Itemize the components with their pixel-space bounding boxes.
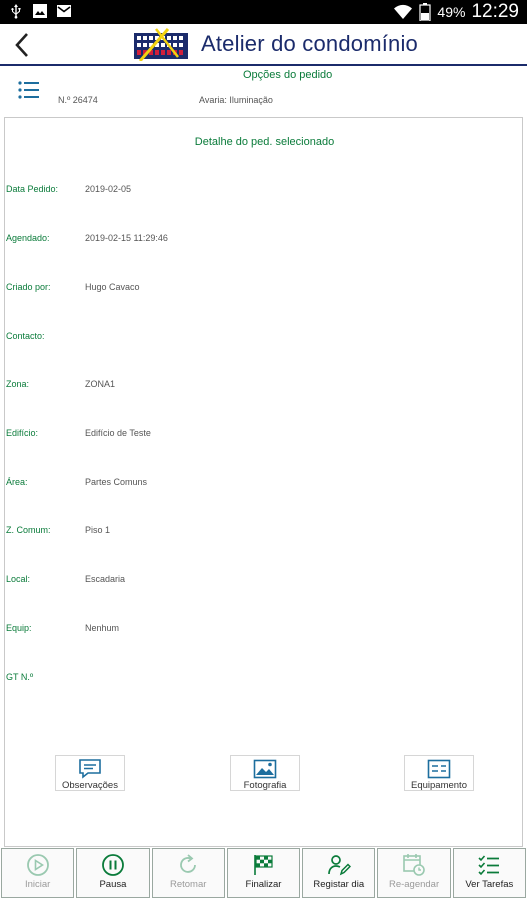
registar-dia-label: Registar dia [313,879,365,890]
finalizar-button[interactable]: Finalizar [226,848,301,898]
field-criado-por: Criado por: Hugo Cavaco [5,282,524,298]
bottom-toolbar: Iniciar Pausa Retomar Finalizar Registar… [0,848,527,900]
back-arrow-icon[interactable] [10,30,36,60]
pausa-button[interactable]: Pausa [76,848,150,898]
battery-percent: 49% [437,4,466,20]
field-label: Criado por: [6,282,51,292]
fotografia-button[interactable]: Fotografia [230,755,300,791]
screen: 49% 12:29 Atelier do condomínio Opções d… [0,0,527,900]
ver-tarefas-label: Ver Tarefas [465,879,514,890]
registar-dia-button[interactable]: Registar dia [302,848,376,898]
order-fault: Avaria: Iluminação [199,95,273,105]
fotografia-label: Fotografia [243,780,287,791]
observacoes-button[interactable]: Observações [55,755,125,791]
field-data-pedido: Data Pedido: 2019-02-05 [5,184,524,200]
user-edit-icon [327,855,351,876]
field-local: Local: Escadaria [5,574,524,590]
order-options-label[interactable]: Opções do pedido [243,69,332,81]
field-value: ZONA1 [85,379,116,389]
field-label: Agendado: [6,233,50,243]
condominium-logo [134,28,188,61]
field-agendado: Agendado: 2019-02-15 11:29:46 [5,233,524,249]
list-menu-icon[interactable] [17,78,41,102]
mail-icon [57,5,71,17]
photo-icon [253,759,277,779]
iniciar-button[interactable]: Iniciar [1,848,75,898]
play-circle-icon [26,854,49,876]
field-value: Nenhum [85,623,120,633]
field-contacto: Contacto: [5,331,524,347]
equipment-list-icon [427,759,451,779]
field-value: Edifício de Teste [85,428,151,438]
detail-title: Detalhe do ped. selecionado [194,136,335,148]
field-label: GT N.º [6,672,34,682]
field-value: Partes Comuns [85,477,148,487]
field-edificio: Edifício: Edifício de Teste [5,428,524,444]
field-label: Área: [6,477,28,487]
app-bar: Atelier do condomínio [0,24,527,66]
refresh-icon [180,854,197,873]
ver-tarefas-button[interactable]: Ver Tarefas [452,848,526,898]
field-label: Data Pedido: [6,184,59,194]
field-value: Hugo Cavaco [85,282,140,292]
field-value: 2019-02-15 11:29:46 [85,233,168,243]
clock: 12:29 [471,1,519,22]
re-agendar-button[interactable]: Re-agendar [377,848,451,898]
field-equip: Equip: Nenhum [5,623,524,639]
field-label: Zona: [6,379,30,389]
observacoes-label: Observações [62,780,118,791]
calendar-clock-icon [403,854,425,876]
wifi-icon [394,4,413,19]
field-label: Equip: [6,623,32,633]
checklist-icon [478,855,500,876]
image-icon [33,4,47,18]
pause-circle-icon [102,854,124,876]
field-gt-numero: GT N.º [5,672,524,688]
retomar-label: Retomar [169,879,207,890]
comment-icon [79,759,101,779]
equipamento-button[interactable]: Equipamento [404,755,474,791]
finalizar-label: Finalizar [245,879,282,890]
field-value: Escadaria [85,574,126,584]
pausa-label: Pausa [99,879,127,890]
order-number: N.º 26474 [58,95,98,105]
field-label: Local: [6,574,31,584]
order-header: Opções do pedido N.º 26474 Avaria: Ilumi… [0,66,527,114]
battery-icon [419,3,432,21]
iniciar-label: Iniciar [24,879,51,890]
order-detail-panel: Detalhe do ped. selecionado Data Pedido:… [4,117,523,847]
field-area: Área: Partes Comuns [5,477,524,493]
field-value: 2019-02-05 [85,184,132,194]
field-zona: Zona: ZONA1 [5,379,524,395]
retomar-button[interactable]: Retomar [151,848,225,898]
status-bar: 49% 12:29 [0,0,527,24]
checkered-flag-icon [254,855,274,875]
field-value: Piso 1 [85,525,111,535]
usb-icon [11,4,21,19]
field-label: Z. Comum: [6,525,51,535]
field-label: Edifício: [6,428,39,438]
re-agendar-label: Re-agendar [388,879,440,890]
field-zona-comum: Z. Comum: Piso 1 [5,525,524,541]
field-label: Contacto: [6,331,45,341]
app-title: Atelier do condomínio [201,31,418,56]
equipamento-label: Equipamento [411,780,467,791]
